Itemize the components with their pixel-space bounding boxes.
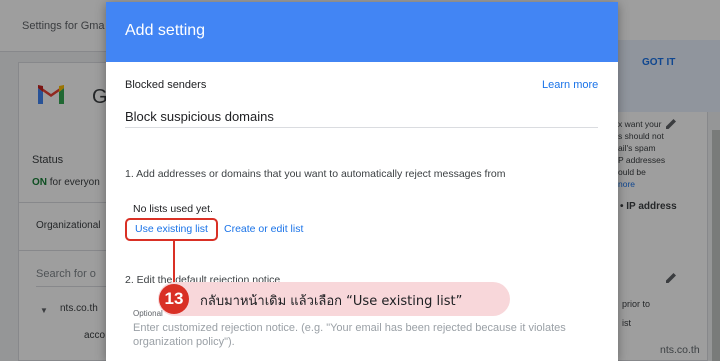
- step-1-heading: 1. Add addresses or domains that you wan…: [125, 168, 506, 180]
- dialog-title: Add setting: [125, 22, 206, 39]
- blocked-senders-label: Blocked senders: [125, 79, 207, 91]
- create-edit-list-link[interactable]: Create or edit list: [224, 223, 303, 235]
- dialog-header: Add setting: [106, 2, 618, 62]
- watermark: nts.co.th: [660, 344, 700, 356]
- no-lists-text: No lists used yet.: [133, 203, 213, 215]
- setting-name-input[interactable]: [125, 106, 598, 128]
- learn-more-link[interactable]: Learn more: [542, 79, 598, 91]
- rejection-notice-textarea[interactable]: [133, 321, 603, 361]
- use-existing-list-button[interactable]: Use existing list: [125, 218, 218, 241]
- optional-label: Optional: [133, 309, 163, 318]
- step-number-badge: 13: [159, 284, 189, 314]
- callout-instruction: กลับมาหน้าเดิม แล้วเลือก “Use existing l…: [200, 294, 463, 309]
